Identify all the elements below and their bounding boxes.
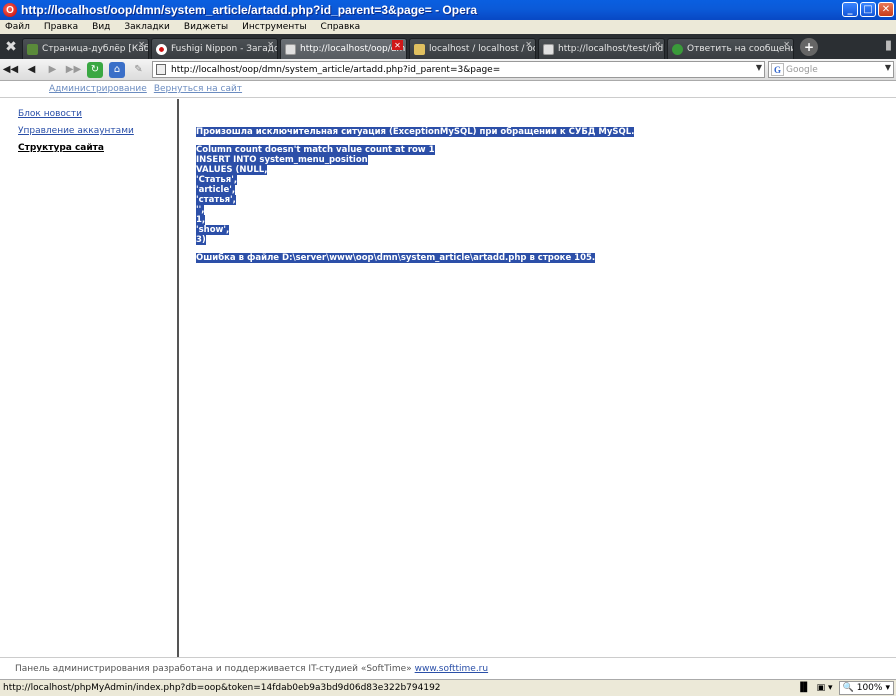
window-title: http://localhost/oop/dmn/system_article/… <box>21 3 478 17</box>
sidebar-item-news[interactable]: Блок новости <box>18 109 177 119</box>
error-line: '', <box>196 205 205 215</box>
trash-icon[interactable]: ▮ <box>885 38 892 53</box>
error-message: Произошла исключительная ситуация (Excep… <box>196 127 886 271</box>
top-navigation: Администрирование Вернуться на сайт <box>0 81 896 98</box>
page-content: Администрирование Вернуться на сайт Блок… <box>0 81 896 679</box>
error-line: 1, <box>196 215 206 225</box>
zoom-icon: 🔍 <box>842 683 854 693</box>
chevron-down-icon: ▾ <box>885 683 890 693</box>
edit-pen-icon[interactable]: ✎ <box>128 60 149 80</box>
menu-help[interactable]: Справка <box>321 22 361 32</box>
address-input[interactable]: http://localhost/oop/dmn/system_article/… <box>152 61 765 78</box>
minimize-button[interactable]: _ <box>842 2 858 17</box>
error-line: 'article', <box>196 185 236 195</box>
tab-close-icon[interactable]: ✕ <box>783 40 790 49</box>
tab-close-icon[interactable]: ✕ <box>525 40 532 49</box>
close-button[interactable]: ✕ <box>878 2 894 17</box>
tab-favicon-icon <box>285 43 296 55</box>
forward-icon[interactable]: ▶ <box>42 60 63 80</box>
opera-icon: O <box>3 3 17 17</box>
menu-tools[interactable]: Инструменты <box>242 22 306 32</box>
error-line: 'show', <box>196 225 230 235</box>
tab-label: http://localhost/test/ind... <box>558 44 665 54</box>
google-icon: G <box>771 63 784 76</box>
maximize-button[interactable]: □ <box>860 2 876 17</box>
error-line: Column count doesn't match value count a… <box>196 145 435 155</box>
sidebar-item-accounts[interactable]: Управление аккаунтами <box>18 126 177 136</box>
menu-view[interactable]: Вид <box>92 22 110 32</box>
tab-favicon-icon <box>672 43 683 55</box>
tab-favicon-icon <box>543 43 554 55</box>
search-input[interactable]: G Google ▼ <box>768 61 894 78</box>
status-url: http://localhost/phpMyAdmin/index.php?db… <box>3 683 441 693</box>
sidebar: Блок новости Управление аккаунтами Струк… <box>0 99 179 657</box>
menu-edit[interactable]: Правка <box>44 22 78 32</box>
chevron-down-icon[interactable]: ▼ <box>885 63 891 72</box>
error-line: 'статья', <box>196 195 236 205</box>
menu-bookmarks[interactable]: Закладки <box>124 22 170 32</box>
tab-4[interactable]: localhost / localhost / oo... ✕ <box>409 38 536 59</box>
tools-icon[interactable]: ✖ <box>0 34 22 59</box>
tab-bar: ✖ Страница-дублёр [Каб... ✕ Fushigi Nipp… <box>0 34 896 59</box>
admin-link[interactable]: Администрирование <box>49 84 147 94</box>
menu-bar: Файл Правка Вид Закладки Виджеты Инструм… <box>0 20 896 34</box>
error-line: VALUES (NULL, <box>196 165 268 175</box>
tab-close-icon[interactable]: ✕ <box>654 40 661 49</box>
plugin-icon[interactable]: ▐▌ <box>797 683 811 693</box>
tab-favicon-icon <box>156 43 167 55</box>
address-toolbar: ◀◀ ◀ ▶ ▶▶ ↻ ⌂ ✎ http://localhost/oop/dmn… <box>0 59 896 81</box>
tab-2[interactable]: Fushigi Nippon - Загадо... ✕ <box>151 38 278 59</box>
tab-label: http://localhost/oop/dm... <box>300 44 407 54</box>
rewind-icon[interactable]: ◀◀ <box>0 60 21 80</box>
tab-close-icon[interactable]: ✕ <box>392 40 403 50</box>
page-icon <box>156 64 166 75</box>
search-placeholder: Google <box>786 64 818 75</box>
status-bar: http://localhost/phpMyAdmin/index.php?db… <box>0 679 896 696</box>
tab-label: Ответить на сообщение <box>687 44 794 54</box>
tab-label: Fushigi Nippon - Загадо... <box>171 44 278 54</box>
window-titlebar: O http://localhost/oop/dmn/system_articl… <box>0 0 896 20</box>
menu-file[interactable]: Файл <box>5 22 30 32</box>
address-url: http://localhost/oop/dmn/system_article/… <box>171 64 501 75</box>
error-line: INSERT INTO system_menu_position <box>196 155 368 165</box>
tab-3[interactable]: http://localhost/oop/dm... ✕ <box>280 38 407 59</box>
sidebar-item-structure[interactable]: Структура сайта <box>18 143 177 153</box>
new-tab-icon[interactable]: + <box>800 38 818 56</box>
fast-forward-icon[interactable]: ▶▶ <box>63 60 84 80</box>
tab-6[interactable]: Ответить на сообщение ✕ <box>667 38 794 59</box>
error-file-line: Ошибка в файле D:\server\www\oop\dmn\sys… <box>196 253 596 263</box>
home-icon[interactable]: ⌂ <box>109 61 125 78</box>
chevron-down-icon[interactable]: ▼ <box>756 63 762 72</box>
menu-widgets[interactable]: Виджеты <box>184 22 228 32</box>
tab-close-icon[interactable]: ✕ <box>138 40 145 49</box>
softtime-link[interactable]: www.softtime.ru <box>415 664 488 674</box>
error-heading: Произошла исключительная ситуация (Excep… <box>196 127 635 137</box>
tab-favicon-icon <box>27 43 38 55</box>
error-line: 'Статья', <box>196 175 238 185</box>
zoom-level: 100% <box>856 683 883 693</box>
footer-text: Панель администрирования разработана и п… <box>15 663 412 674</box>
error-line: 3) <box>196 235 206 245</box>
zoom-control[interactable]: 🔍 100% ▾ <box>838 681 894 695</box>
tab-close-icon[interactable]: ✕ <box>267 40 274 49</box>
back-icon[interactable]: ◀ <box>21 60 42 80</box>
tab-5[interactable]: http://localhost/test/ind... ✕ <box>538 38 665 59</box>
tab-label: Страница-дублёр [Каб... <box>42 44 149 54</box>
footer: Панель администрирования разработана и п… <box>0 657 896 679</box>
back-to-site-link[interactable]: Вернуться на сайт <box>154 84 242 94</box>
tab-label: localhost / localhost / oo... <box>429 44 536 54</box>
tab-favicon-icon <box>414 43 425 55</box>
reload-icon[interactable]: ↻ <box>87 61 103 78</box>
tab-1[interactable]: Страница-дублёр [Каб... ✕ <box>22 38 149 59</box>
image-settings-icon[interactable]: ▣ ▾ <box>817 683 833 693</box>
